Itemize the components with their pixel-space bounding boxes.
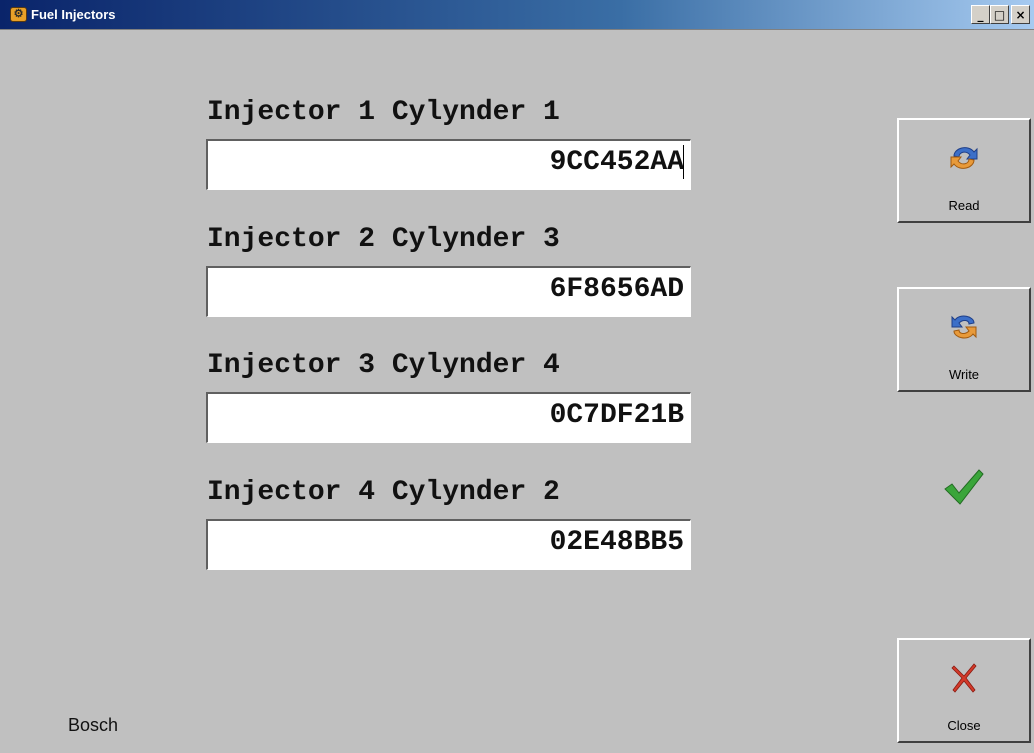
injector-4-code-field[interactable]: 02E48BB5 xyxy=(206,519,691,570)
injector-3-code-field[interactable]: 0C7DF21B xyxy=(206,392,691,443)
injector-2-code-field[interactable]: 6F8656AD xyxy=(206,266,691,317)
injector-2-code: 6F8656AD xyxy=(549,274,684,305)
injector-4-code: 02E48BB5 xyxy=(549,527,684,558)
read-button-label: Read xyxy=(948,198,980,213)
refresh-arrows-icon xyxy=(950,147,978,169)
check-icon xyxy=(944,469,984,505)
main-panel: Injector 1 Cylynder 1 9CC452AA Injector … xyxy=(0,30,1034,753)
window-controls: _ □ × xyxy=(971,5,1030,24)
title-bar[interactable]: ⚙ Fuel Injectors _ □ × xyxy=(0,0,1034,30)
text-caret xyxy=(683,144,684,179)
close-button[interactable]: Close xyxy=(897,638,1031,743)
brand-label: Bosch xyxy=(68,715,119,735)
close-window-button[interactable]: × xyxy=(1011,5,1030,24)
window-title: Fuel Injectors xyxy=(31,7,116,22)
injector-1-label: Injector 1 Cylynder 1 xyxy=(207,97,560,128)
close-button-label: Close xyxy=(947,718,981,733)
injector-3-code: 0C7DF21B xyxy=(549,400,684,431)
injector-4-label: Injector 4 Cylynder 2 xyxy=(207,477,560,508)
injector-1-code: 9CC452AA xyxy=(549,147,684,178)
write-button[interactable]: Write xyxy=(897,287,1031,392)
minimize-button[interactable]: _ xyxy=(971,5,990,24)
close-x-icon xyxy=(951,663,977,693)
injector-3-label: Injector 3 Cylynder 4 xyxy=(207,350,560,381)
read-button[interactable]: Read xyxy=(897,118,1031,223)
write-button-label: Write xyxy=(948,367,980,382)
engine-icon: ⚙ xyxy=(10,7,27,22)
injector-2-label: Injector 2 Cylynder 3 xyxy=(207,224,560,255)
injector-1-code-field[interactable]: 9CC452AA xyxy=(206,139,691,190)
sync-arrows-icon xyxy=(951,315,977,339)
maximize-button[interactable]: □ xyxy=(990,5,1009,24)
